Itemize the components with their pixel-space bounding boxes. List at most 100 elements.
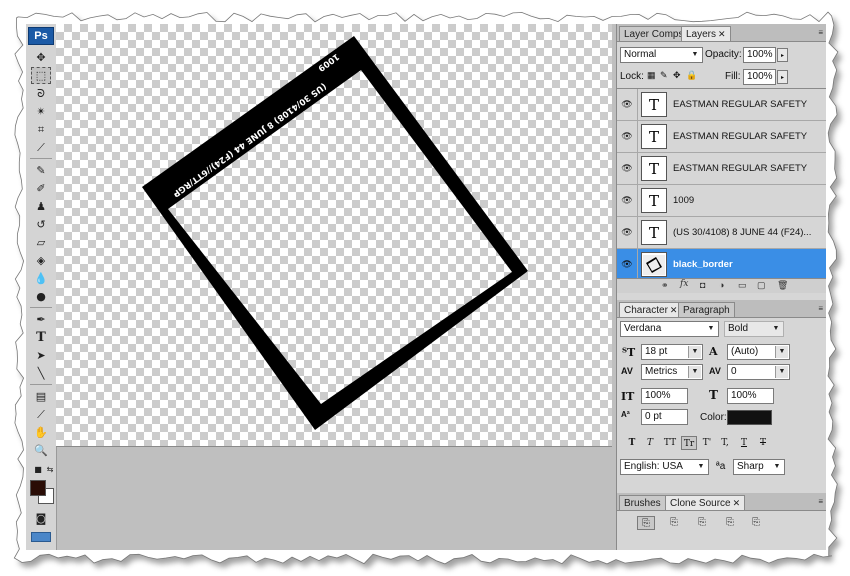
screen-mode-icon[interactable]: [31, 532, 51, 542]
layer-name[interactable]: EASTMAN REGULAR SAFETY: [673, 99, 807, 110]
link-layers-icon[interactable]: ⚭: [661, 280, 669, 291]
layer-name[interactable]: (US 30/4108) 8 JUNE 44 (F24)...: [673, 227, 811, 238]
brush-icon[interactable]: ✐: [31, 180, 51, 197]
layer-name[interactable]: 1009: [673, 195, 694, 206]
tab-clone-source[interactable]: Clone Source ✕: [665, 495, 746, 510]
line-icon[interactable]: ╲: [31, 365, 51, 382]
quick-mask-icon[interactable]: ◙: [31, 510, 51, 527]
text-color-swatch[interactable]: [727, 410, 772, 425]
superscript-button[interactable]: T': [700, 436, 714, 450]
layer-style-icon[interactable]: fx: [680, 279, 688, 289]
layer-name[interactable]: EASTMAN REGULAR SAFETY: [673, 131, 807, 142]
tab-layers[interactable]: Layers ✕: [681, 26, 731, 41]
clone-stamp-icon[interactable]: ♟: [31, 198, 51, 215]
blend-mode-select[interactable]: Normal ▼: [620, 47, 703, 63]
underline-button[interactable]: T: [737, 436, 751, 450]
close-icon[interactable]: ✕: [670, 305, 678, 315]
delete-layer-icon[interactable]: 🗑: [777, 280, 788, 291]
blur-icon[interactable]: 💧: [31, 270, 51, 287]
layer-visibility-cell[interactable]: 👁: [617, 89, 638, 120]
foreground-color-swatch[interactable]: [30, 480, 46, 496]
eye-icon[interactable]: 👁: [621, 259, 633, 269]
adjustment-layer-icon[interactable]: ◑: [719, 280, 724, 290]
clone-source-3-icon[interactable]: ⎘: [693, 516, 711, 530]
layer-visibility-cell[interactable]: 👁: [617, 217, 638, 248]
fill-input[interactable]: 100%: [743, 69, 776, 85]
healing-brush-icon[interactable]: ✎: [31, 162, 51, 179]
layer-row[interactable]: 👁 T EASTMAN REGULAR SAFETY: [617, 153, 826, 185]
panel-menu-icon[interactable]: ≡: [818, 28, 823, 37]
layer-row[interactable]: 👁 T 1009: [617, 185, 826, 217]
tab-layer-comps[interactable]: Layer Comps: [619, 26, 689, 41]
dodge-icon[interactable]: ●: [31, 288, 51, 305]
tab-brushes[interactable]: Brushes: [619, 495, 666, 510]
type-layer-thumbnail[interactable]: T: [641, 220, 667, 245]
kerning-select[interactable]: Metrics ▼: [641, 364, 703, 380]
all-caps-button[interactable]: TT: [661, 436, 679, 450]
panel-menu-icon[interactable]: ≡: [818, 304, 823, 313]
layer-thumbnail[interactable]: [641, 252, 667, 277]
fill-slider-button[interactable]: ▸: [777, 70, 788, 84]
layer-visibility-cell[interactable]: 👁: [617, 153, 638, 184]
marquee-icon[interactable]: ⬚: [31, 67, 51, 84]
font-style-select[interactable]: Bold ▼: [724, 321, 784, 337]
close-icon[interactable]: ✕: [718, 29, 726, 39]
font-family-select[interactable]: Verdana ▼: [620, 321, 719, 337]
swap-colors-icon[interactable]: ⇆: [40, 464, 60, 474]
eye-icon[interactable]: 👁: [621, 99, 633, 109]
faux-italic-button[interactable]: T: [643, 436, 657, 450]
baseline-shift-input[interactable]: 0 pt: [641, 409, 688, 425]
tab-paragraph[interactable]: Paragraph: [678, 302, 735, 317]
move-icon[interactable]: ✥: [31, 49, 51, 66]
language-select[interactable]: English: USA ▼: [620, 459, 709, 475]
font-size-input[interactable]: 18 pt ▼: [641, 344, 703, 360]
layer-mask-icon[interactable]: ◘: [700, 280, 705, 290]
vertical-scale-input[interactable]: 100%: [641, 388, 688, 404]
lock-position-icon[interactable]: ✥: [673, 70, 681, 81]
subscript-button[interactable]: T,: [718, 436, 732, 450]
layer-name[interactable]: black_border: [673, 259, 733, 270]
eye-icon[interactable]: 👁: [621, 195, 633, 205]
magic-wand-icon[interactable]: ✴: [31, 103, 51, 120]
type-layer-thumbnail[interactable]: T: [641, 124, 667, 149]
close-icon[interactable]: ✕: [733, 498, 741, 508]
small-caps-button[interactable]: Tr: [681, 436, 697, 450]
panel-menu-icon[interactable]: ≡: [818, 497, 823, 506]
layer-name[interactable]: EASTMAN REGULAR SAFETY: [673, 163, 807, 174]
pen-icon[interactable]: ✒: [31, 311, 51, 328]
notes-icon[interactable]: ▤: [31, 388, 51, 405]
eyedropper-2-icon[interactable]: ⟋: [31, 406, 51, 423]
opacity-input[interactable]: 100%: [743, 47, 776, 63]
new-group-icon[interactable]: ▭: [738, 280, 747, 291]
faux-bold-button[interactable]: T: [625, 436, 639, 450]
layer-row[interactable]: 👁 T EASTMAN REGULAR SAFETY: [617, 89, 826, 121]
antialias-select[interactable]: Sharp ▼: [733, 459, 785, 475]
clone-source-4-icon[interactable]: ⎘: [721, 516, 739, 530]
type-icon[interactable]: T: [31, 329, 51, 346]
eye-icon[interactable]: 👁: [621, 131, 633, 141]
history-brush-icon[interactable]: ↺: [31, 216, 51, 233]
eye-icon[interactable]: 👁: [621, 227, 633, 237]
path-selection-icon[interactable]: ➤: [31, 347, 51, 364]
type-layer-thumbnail[interactable]: T: [641, 92, 667, 117]
eraser-icon[interactable]: ▱: [31, 234, 51, 251]
strikethrough-button[interactable]: T: [756, 436, 770, 450]
opacity-slider-button[interactable]: ▸: [777, 48, 788, 62]
document-canvas[interactable]: (US 30/4108) 8 JUNE 44 (F24)//6TT/RGP 10…: [56, 24, 612, 447]
layer-visibility-cell[interactable]: 👁: [617, 121, 638, 152]
lock-all-icon[interactable]: 🔒: [686, 70, 697, 81]
layer-row[interactable]: 👁 T EASTMAN REGULAR SAFETY: [617, 121, 826, 153]
lock-transparent-icon[interactable]: ▦: [647, 70, 656, 81]
crop-icon[interactable]: ⌗: [31, 121, 51, 138]
type-layer-thumbnail[interactable]: T: [641, 188, 667, 213]
tracking-input[interactable]: 0 ▼: [727, 364, 790, 380]
clone-source-2-icon[interactable]: ⎘: [665, 516, 683, 530]
layer-row[interactable]: 👁 T (US 30/4108) 8 JUNE 44 (F24)...: [617, 217, 826, 249]
new-layer-icon[interactable]: ▢: [757, 280, 766, 291]
eye-icon[interactable]: 👁: [621, 163, 633, 173]
hand-icon[interactable]: ✋: [31, 424, 51, 441]
zoom-icon[interactable]: 🔍: [31, 442, 51, 459]
lasso-icon[interactable]: ᘐ: [31, 85, 51, 102]
layer-visibility-cell[interactable]: 👁: [617, 249, 638, 280]
tab-character[interactable]: Character ✕: [619, 302, 683, 317]
